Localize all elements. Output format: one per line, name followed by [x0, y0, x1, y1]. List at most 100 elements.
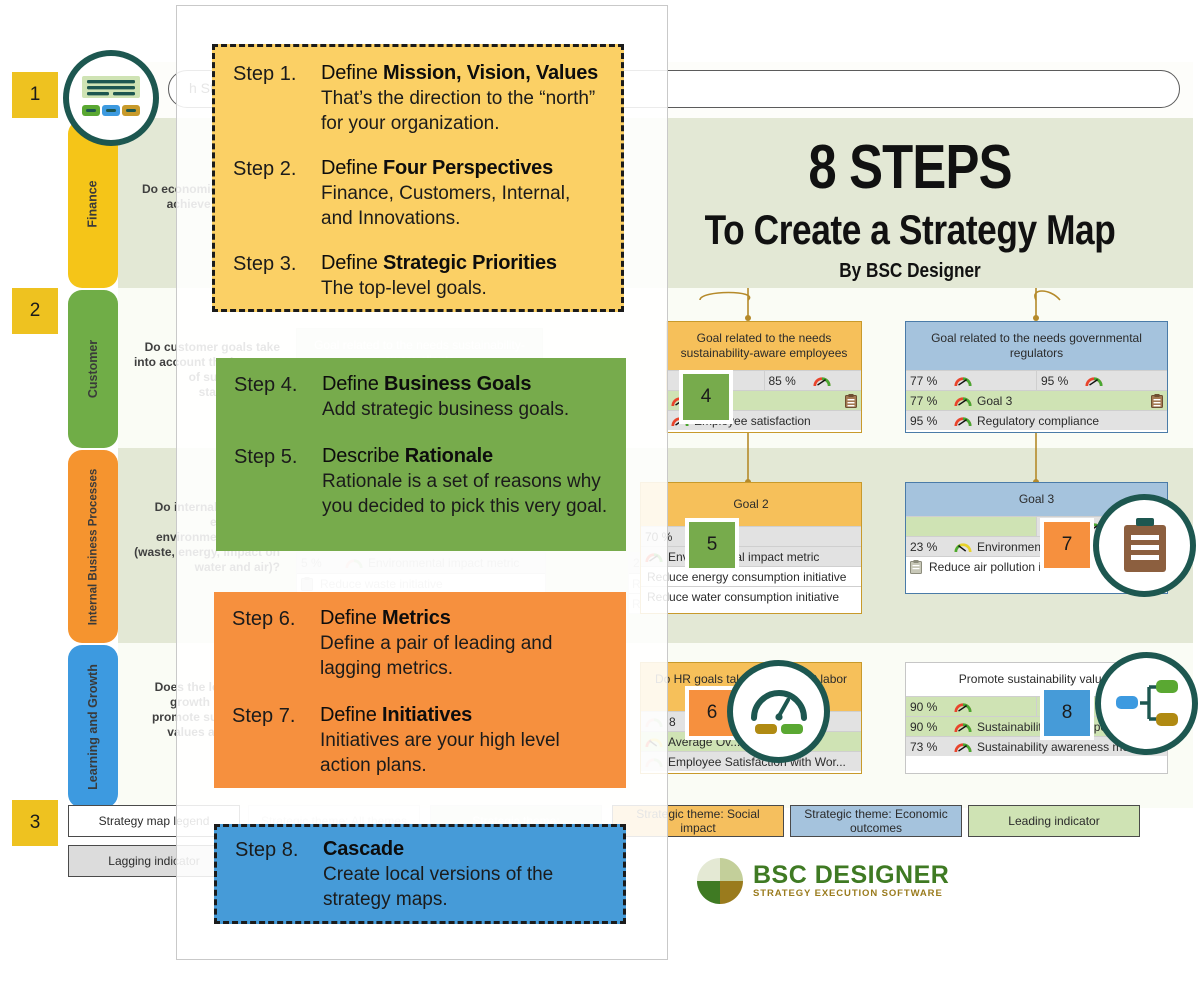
- step-4: Step 4. Define Business Goals Add strate…: [234, 372, 608, 422]
- step-number: Step 6.: [232, 608, 296, 630]
- goal-card-title: Goal related to the needs sustainability…: [667, 322, 861, 370]
- step-6: Step 6. Define Metrics Define a pair of …: [232, 606, 608, 681]
- chip-7: 7: [1040, 518, 1094, 572]
- step-description: Create local versions of the strategy ma…: [323, 864, 554, 910]
- step-title-text: Cascade: [323, 838, 404, 860]
- step-description: Add strategic business goals.: [322, 399, 570, 420]
- step-title-text: Metrics: [381, 607, 451, 629]
- legend-label: Strategic theme: Economic outcomes: [804, 807, 948, 835]
- metric-row[interactable]: Environmental impact metric: [641, 546, 861, 566]
- metric-split-row[interactable]: 77 % 95 %: [906, 370, 1167, 390]
- strategy-map-icon: [82, 76, 140, 116]
- gauge-icon-callout: [727, 660, 830, 763]
- infographic-root: h Strategy Template Finance Customer Int…: [0, 0, 1200, 983]
- initiative-row[interactable]: Reduce water consumption initiative: [641, 586, 861, 606]
- step-description: Finance, Customers, Internal, and Innova…: [321, 183, 571, 229]
- logo-tagline: STRATEGY EXECUTION SOFTWARE: [753, 888, 943, 899]
- initiative-label: Reduce energy consumption initiative: [647, 569, 847, 584]
- step-number: Step 5.: [234, 446, 298, 468]
- step-card-1-3: Step 1. Define Mission, Vision, Values T…: [212, 44, 624, 312]
- legend-theme-economic[interactable]: Strategic theme: Economic outcomes: [790, 805, 962, 837]
- goal-percent: 77 %: [910, 393, 938, 408]
- initiative-label: Reduce water consumption initiative: [647, 589, 840, 604]
- page-byline: By BSC Designer: [839, 260, 981, 282]
- step-3: Step 3. Define Strategic Priorities The …: [233, 251, 603, 301]
- logo-mark-icon: [697, 858, 743, 904]
- gauge-icon: [954, 722, 972, 732]
- gauge-icon: [1085, 376, 1103, 386]
- goal-card-title: Goal related to the needs governmental r…: [906, 322, 1167, 370]
- metric-half-left[interactable]: 77 %: [906, 371, 1036, 390]
- clipboard-icon: [1151, 393, 1163, 408]
- step-title-text: Rationale: [404, 445, 493, 467]
- step-verb: Define: [321, 252, 378, 274]
- metric-percent: 85 %: [768, 373, 796, 388]
- step-number: Step 8.: [235, 839, 299, 861]
- metric-row[interactable]: 95 % Regulatory compliance: [906, 410, 1167, 430]
- step-title-text: Initiatives: [381, 704, 473, 726]
- step-7: Step 7. Define Initiatives Initiatives a…: [232, 703, 608, 778]
- page-title: 8 STEPS: [808, 133, 1012, 202]
- chip-5: 5: [685, 518, 739, 572]
- goal-row[interactable]: 77 % Goal 3: [906, 390, 1167, 410]
- clipboard-icon: [845, 393, 857, 408]
- metric-percent: 73 %: [910, 739, 938, 754]
- step-number: Step 7.: [232, 705, 296, 727]
- metric-half-left[interactable]: 90 %: [906, 697, 1036, 716]
- metric-percent: 95 %: [910, 413, 938, 428]
- metric-split-row[interactable]: 70 %: [641, 526, 861, 546]
- step-2: Step 2. Define Four Perspectives Finance…: [233, 156, 603, 231]
- step-description: Initiatives are your high level action p…: [320, 730, 560, 776]
- logo-name: BSC DESIGNER: [753, 861, 950, 889]
- gauge-icon: [954, 376, 972, 386]
- step-title-text: Mission, Vision, Values: [382, 62, 599, 84]
- step-verb: Define: [320, 607, 377, 629]
- step-number: Step 2.: [233, 158, 297, 180]
- step-description: Rationale is a set of reasons why you de…: [322, 471, 608, 517]
- perspective-label-finance: Finance: [86, 180, 100, 228]
- goal-card-title: Goal 2: [641, 483, 861, 526]
- step-title: Define Strategic Priorities: [321, 251, 603, 276]
- step-verb: Define: [322, 373, 379, 395]
- chip-8: 8: [1040, 686, 1094, 740]
- metric-half-right[interactable]: 85 %: [763, 371, 862, 390]
- metric-half-left[interactable]: [906, 517, 1036, 536]
- perspective-band-customer: Customer: [68, 290, 118, 448]
- step-card-4-5: Step 4. Define Business Goals Add strate…: [216, 358, 626, 551]
- metric-percent: 95 %: [1041, 373, 1069, 388]
- bsc-designer-logo: BSC DESIGNER STRATEGY EXECUTION SOFTWARE: [697, 858, 949, 904]
- goal-card-internal-goal2[interactable]: Goal 2 70 % Environmental impact metric …: [640, 482, 862, 614]
- step-title: Define Mission, Vision, Values: [321, 61, 603, 86]
- step-description: Define a pair of leading and lagging met…: [320, 633, 553, 679]
- step-verb: Describe: [322, 445, 400, 467]
- metric-half-right[interactable]: 95 %: [1036, 371, 1167, 390]
- step-title: Define Metrics: [320, 606, 608, 631]
- metric-percent: 23 %: [910, 539, 938, 554]
- step-title: Cascade: [323, 837, 605, 862]
- gauge-icon: [954, 702, 972, 712]
- legend-leading-indicator[interactable]: Leading indicator: [968, 805, 1140, 837]
- step-title: Define Four Perspectives: [321, 156, 603, 181]
- chip-4: 4: [679, 370, 733, 424]
- perspective-band-internal: Internal Business Processes: [68, 450, 118, 643]
- step-title-text: Strategic Priorities: [382, 252, 557, 274]
- gauge-icon: [954, 416, 972, 426]
- gauge-icon: [812, 376, 831, 386]
- gauge-icon: [750, 689, 807, 734]
- cascade-icon-callout: [1095, 652, 1198, 755]
- page-title-block: 8 STEPS To Create a Strategy Map By BSC …: [660, 136, 1160, 283]
- perspective-label-learning: Learning and Growth: [86, 663, 101, 790]
- step-title-text: Business Goals: [383, 373, 532, 395]
- initiative-row[interactable]: Reduce energy consumption initiative: [641, 566, 861, 586]
- step-5: Step 5. Describe Rationale Rationale is …: [234, 444, 608, 519]
- legend-label: Leading indicator: [1008, 814, 1100, 828]
- step-card-6-7: Step 6. Define Metrics Define a pair of …: [214, 592, 626, 788]
- clipboard-icon: [1123, 517, 1166, 572]
- perspective-band-learning: Learning and Growth: [68, 645, 118, 808]
- page-subtitle: To Create a Strategy Map: [704, 206, 1116, 253]
- perspective-label-internal: Internal Business Processes: [87, 468, 100, 625]
- step-number: Step 4.: [234, 374, 298, 396]
- goal-card-customer-regulators[interactable]: Goal related to the needs governmental r…: [905, 321, 1168, 433]
- step-number: Step 3.: [233, 253, 297, 275]
- gauge-icon: [954, 396, 972, 406]
